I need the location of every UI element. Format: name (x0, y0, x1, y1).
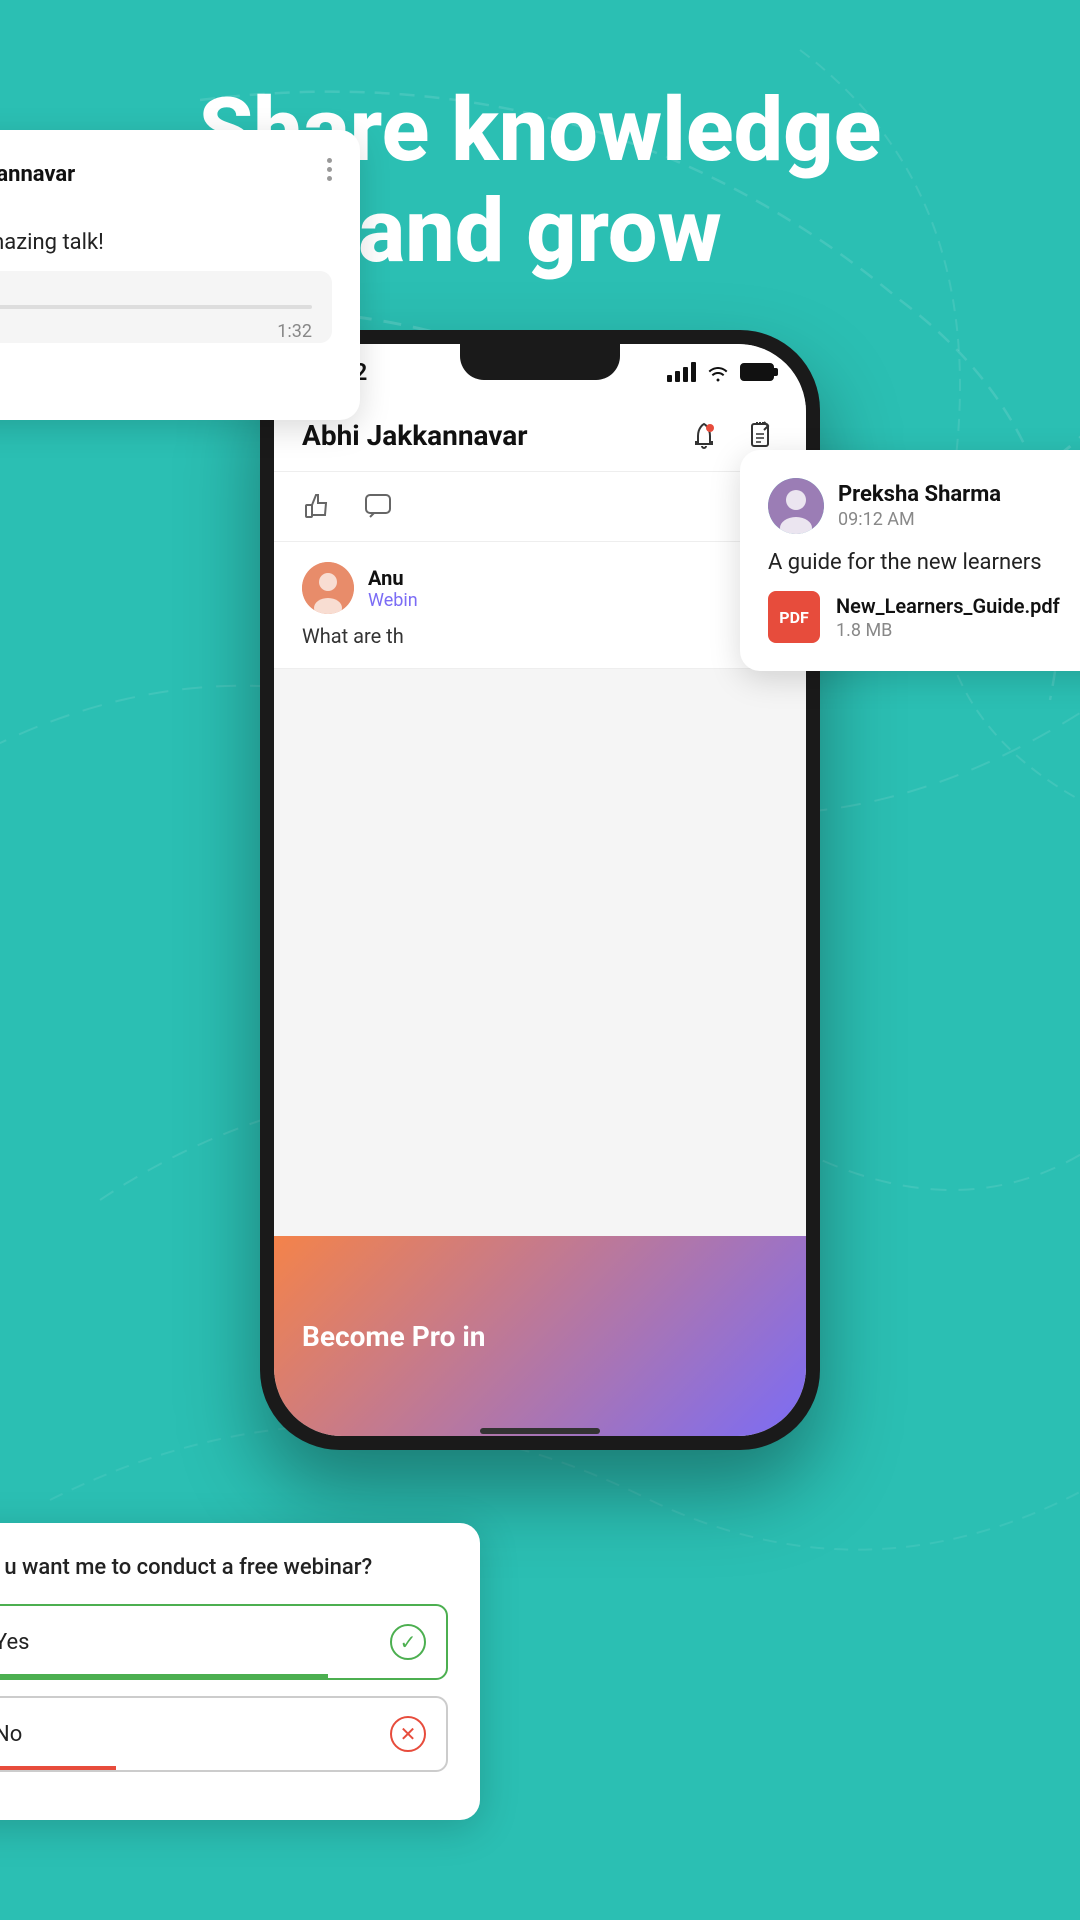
header-icons (686, 418, 778, 454)
reactions: 🙌😁😍 2533 (0, 359, 332, 392)
card-header: Preksha Sharma 09:12 AM (768, 478, 1080, 534)
thumbs-up-icon (302, 491, 334, 523)
mini-post-text: What are th (302, 624, 778, 648)
poll-option-no[interactable]: No ✕ (0, 1696, 448, 1772)
pdf-attachment[interactable]: PDF New_Learners_Guide.pdf 1.8 MB (768, 591, 1080, 643)
avatar (768, 478, 824, 534)
poll-card: Do u want me to conduct a free webinar? … (0, 1523, 480, 1820)
home-indicator (480, 1428, 600, 1434)
phone-screen: 19:02 (274, 344, 806, 1436)
bell-icon[interactable] (686, 418, 722, 454)
phone-post-preview: Anu Webin What are th (274, 542, 806, 669)
comment-icon (362, 491, 394, 523)
poll-question: Do u want me to conduct a free webinar? (0, 1555, 448, 1580)
user-name: Abhi Jakkannavar (0, 162, 75, 187)
post-text: A guide for the new learners (768, 550, 1080, 575)
avatar (302, 562, 354, 614)
post-card-preksha: Preksha Sharma 09:12 AM A guide for the … (740, 450, 1080, 671)
post-text: Check out this amazing talk! (0, 230, 332, 255)
user-name: Preksha Sharma (838, 482, 1001, 507)
mini-user-sub: Webin (368, 590, 418, 611)
poll-yes-label: Yes (0, 1630, 30, 1655)
more-options-icon[interactable] (327, 158, 332, 181)
post-card-abhi: Abhi Jakkannavar 09:12 AM Check out this… (0, 130, 360, 420)
phone-notch (460, 344, 620, 380)
audio-player: 1:32 (0, 271, 332, 343)
phone-frame: 19:02 (260, 330, 820, 1450)
post-time: 09:12 AM (838, 509, 1001, 530)
status-icons (667, 362, 774, 382)
yes-progress-bar (0, 1674, 328, 1678)
card-user: Preksha Sharma 09:12 AM (768, 478, 1001, 534)
card-header: Abhi Jakkannavar 09:12 AM (0, 158, 332, 214)
poll-option-yes[interactable]: Yes ✓ (0, 1604, 448, 1680)
audio-progress[interactable]: 1:32 (0, 292, 312, 322)
checkmark-icon: ✓ (390, 1624, 426, 1660)
pdf-icon: PDF (768, 591, 820, 643)
no-progress-bar (0, 1766, 116, 1770)
share-icon[interactable] (742, 418, 778, 454)
progress-track (0, 305, 312, 309)
signal-icon (667, 362, 696, 382)
comment-action[interactable] (362, 491, 394, 523)
pdf-info: New_Learners_Guide.pdf 1.8 MB (836, 594, 1060, 641)
user-info: Abhi Jakkannavar 09:12 AM (0, 162, 75, 210)
battery-icon (740, 363, 774, 381)
poll-no-label: No (0, 1722, 22, 1747)
phone-mockup: 19:02 (260, 330, 820, 1450)
pdf-size: 1.8 MB (836, 620, 1060, 641)
cross-icon: ✕ (390, 1716, 426, 1752)
action-bar (274, 472, 806, 542)
audio-duration: 1:32 (277, 321, 312, 342)
wifi-icon (706, 362, 730, 382)
become-pro-banner: Become Pro in (274, 1236, 806, 1436)
user-info: Preksha Sharma 09:12 AM (838, 482, 1001, 530)
become-pro-text: Become Pro in (302, 1320, 485, 1353)
like-action[interactable] (302, 491, 334, 523)
card-user: Abhi Jakkannavar 09:12 AM (0, 158, 75, 214)
post-time: 09:12 AM (0, 189, 75, 210)
mini-user-name: Anu (368, 566, 418, 590)
header-title: Abhi Jakkannavar (302, 419, 686, 452)
pdf-name: New_Learners_Guide.pdf (836, 594, 1060, 618)
